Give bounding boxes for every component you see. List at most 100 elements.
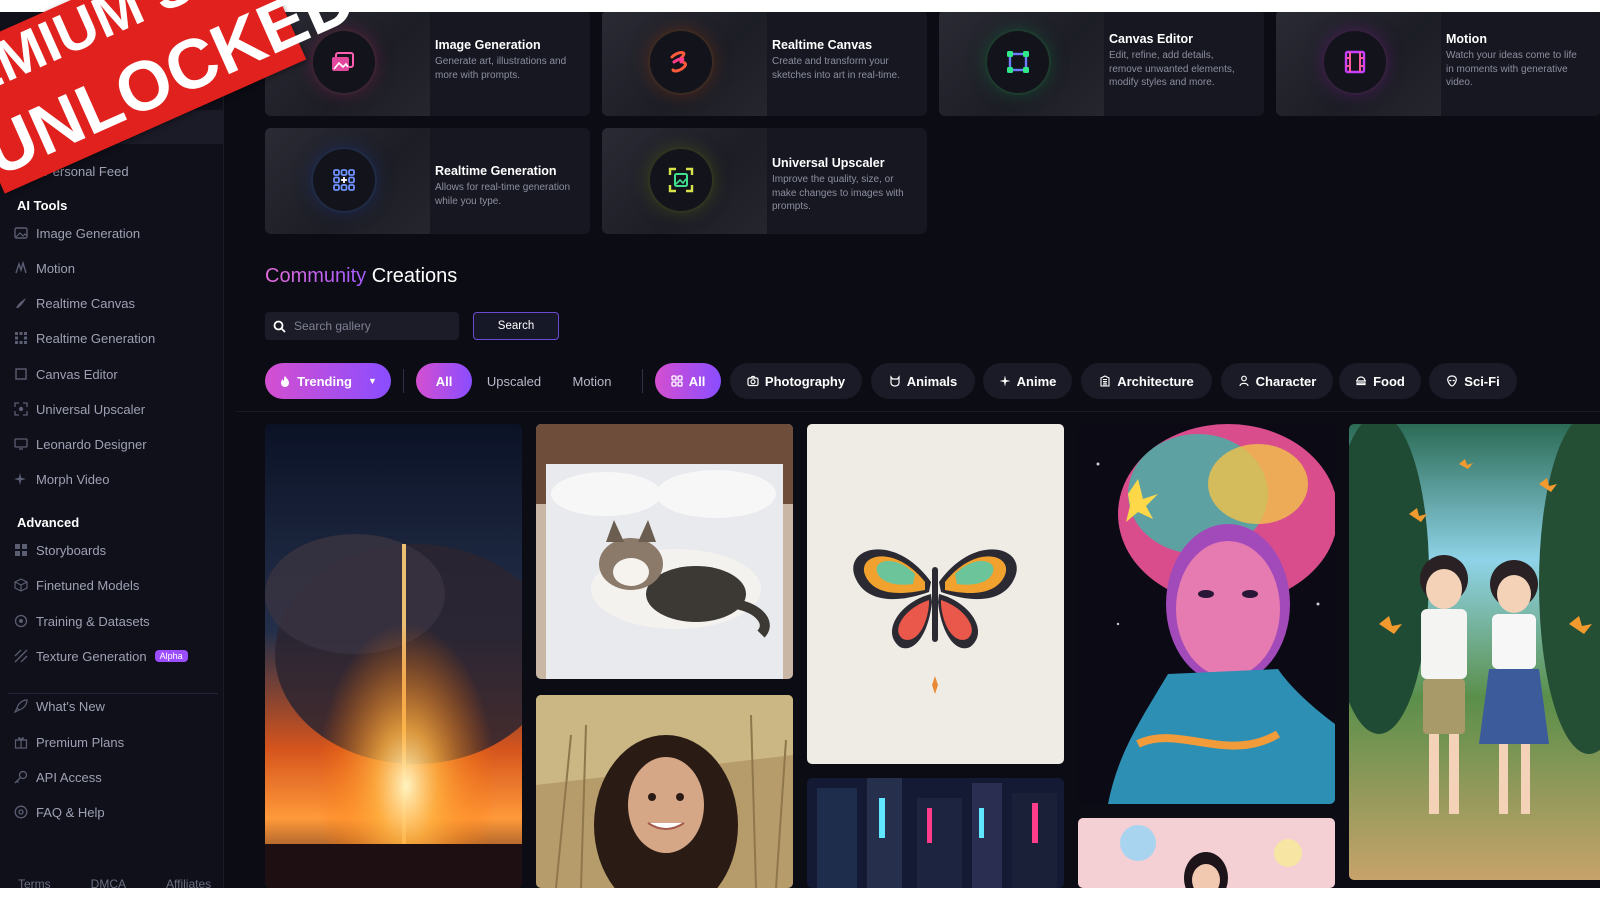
category-label: All — [688, 373, 706, 389]
category-label: Architecture — [1117, 373, 1194, 389]
sidebar-item-finetuned-models[interactable]: Finetuned Models — [14, 574, 139, 596]
sidebar-item-image-generation[interactable]: Image Generation — [14, 222, 140, 244]
footer-link-affiliates[interactable]: Affiliates — [166, 877, 211, 888]
gallery-image-woman-in-field[interactable] — [536, 695, 793, 888]
sidebar-item-label: Motion — [36, 260, 76, 276]
sidebar-item-label: Realtime Generation — [36, 330, 156, 346]
type-filter-label: Motion — [572, 373, 612, 389]
tool-card-universal-upscaler[interactable]: Universal Upscaler Improve the quality, … — [602, 128, 927, 234]
gallery-image-fire-sky[interactable] — [265, 424, 522, 888]
tool-card-motion[interactable]: Motion Watch your ideas come to life in … — [1276, 12, 1600, 116]
type-filter-label: Upscaled — [486, 373, 542, 389]
camera-icon — [747, 375, 759, 387]
image-icon — [14, 226, 28, 240]
sidebar-item-training-datasets[interactable]: Training & Datasets — [14, 610, 150, 632]
cube-icon — [14, 578, 28, 592]
category-chip-architecture[interactable]: Architecture — [1081, 363, 1212, 399]
brush-icon — [650, 31, 712, 93]
community-title: Community Creations — [265, 265, 457, 288]
tool-card-description: Improve the quality, size, or make chang… — [772, 174, 904, 212]
sidebar-item-label: Storyboards — [36, 542, 107, 558]
category-chip-sci-fi[interactable]: Sci-Fi — [1429, 363, 1517, 399]
sidebar-item-label: Universal Upscaler — [36, 401, 146, 417]
sidebar-item-label: Premium Plans — [36, 734, 125, 750]
sidebar-item-universal-upscaler[interactable]: Universal Upscaler — [14, 398, 145, 420]
category-chip-photography[interactable]: Photography — [730, 363, 862, 399]
app-window: Personal Feed AI Tools Image Generation … — [0, 12, 1600, 888]
sidebar-item-realtime-generation[interactable]: Realtime Generation — [14, 327, 155, 349]
building-icon — [1099, 375, 1111, 387]
tool-card-title: Canvas Editor — [1109, 32, 1194, 46]
sidebar-item-label: Image Generation — [36, 225, 141, 241]
type-filter-upscaled[interactable]: Upscaled — [477, 363, 551, 399]
community-title-part1: Community — [265, 265, 367, 287]
filter-separator — [403, 369, 404, 393]
sidebar-item-faq-help[interactable]: FAQ & Help — [14, 801, 105, 823]
tool-card-realtime-generation[interactable]: Realtime Generation Allows for real-time… — [265, 128, 590, 234]
sidebar-item-morph-video[interactable]: Morph Video — [14, 468, 109, 490]
sidebar-item-api-access[interactable]: API Access — [14, 766, 102, 788]
sidebar-item-realtime-canvas[interactable]: Realtime Canvas — [14, 292, 135, 314]
sidebar-item-label: Canvas Editor — [36, 366, 118, 382]
category-chip-anime[interactable]: Anime — [983, 363, 1072, 399]
search-button[interactable]: Search — [473, 312, 559, 340]
type-filter-all[interactable]: All — [416, 363, 472, 399]
search-input[interactable] — [294, 319, 444, 333]
gallery-image-anime-kids-forest[interactable] — [1349, 424, 1600, 880]
upscale-icon — [14, 402, 28, 416]
sidebar-item-label: FAQ & Help — [36, 804, 105, 820]
sidebar-item-premium-plans[interactable]: Premium Plans — [14, 731, 124, 753]
gallery-image-butterfly[interactable] — [807, 424, 1064, 764]
alien-icon — [1446, 375, 1458, 387]
sidebar-item-label: Training & Datasets — [36, 613, 150, 629]
motion-icon — [14, 261, 28, 275]
sidebar-item-whats-new[interactable]: What's New — [14, 695, 105, 717]
category-chip-character[interactable]: Character — [1221, 363, 1333, 399]
animal-icon — [889, 375, 901, 387]
sidebar-item-leonardo-designer[interactable]: Leonardo Designer — [14, 433, 147, 455]
sidebar-item-label: Leonardo Designer — [36, 436, 147, 452]
canvas-icon — [14, 367, 28, 381]
sparkle-icon — [14, 472, 28, 486]
category-chip-animals[interactable]: Animals — [871, 363, 975, 399]
category-label: Photography — [764, 373, 846, 389]
gallery-search-box — [265, 312, 459, 340]
sparkle-icon — [999, 375, 1011, 387]
sidebar-item-motion[interactable]: Motion — [14, 257, 75, 279]
tool-card-description: Edit, refine, add details, remove unwant… — [1109, 50, 1235, 88]
sidebar-item-texture-generation[interactable]: Texture Generation Alpha — [14, 645, 188, 667]
grid-icon — [671, 375, 683, 387]
sidebar-item-canvas-editor[interactable]: Canvas Editor — [14, 363, 118, 385]
gallery-image-cat-on-bed[interactable] — [536, 424, 793, 679]
designer-icon — [14, 437, 28, 451]
sidebar-item-storyboards[interactable]: Storyboards — [14, 539, 106, 561]
flame-icon — [279, 375, 291, 387]
tool-card-realtime-canvas[interactable]: Realtime Canvas Create and transform you… — [602, 12, 927, 116]
tool-card-description: Generate art, illustrations and more wit… — [435, 56, 567, 81]
alpha-badge: Alpha — [154, 650, 188, 662]
gallery-image-neon-city[interactable] — [807, 778, 1064, 888]
sidebar-item-label: Morph Video — [36, 471, 110, 487]
tool-card-description: Watch your ideas come to life in moments… — [1446, 50, 1577, 88]
sort-dropdown-trending[interactable]: Trending ▼ — [265, 363, 391, 399]
sidebar-item-label: Finetuned Models — [36, 577, 140, 593]
category-label: Animals — [906, 373, 958, 389]
gallery-image-pastel-portrait[interactable] — [1078, 818, 1335, 888]
upscale-icon — [650, 149, 712, 211]
canvas-icon — [987, 31, 1049, 93]
category-chip-food[interactable]: Food — [1339, 363, 1421, 399]
tool-card-canvas-editor[interactable]: Canvas Editor Edit, refine, add details,… — [939, 12, 1264, 116]
footer-link-terms[interactable]: Terms — [18, 877, 51, 888]
footer-link-dmca[interactable]: DMCA — [91, 877, 126, 888]
tool-card-title: Realtime Canvas — [772, 38, 873, 52]
gallery-image-cosmic-woman[interactable] — [1078, 424, 1335, 804]
food-icon — [1355, 375, 1367, 387]
tool-card-title: Universal Upscaler — [772, 156, 885, 170]
sidebar-heading-advanced: Advanced — [17, 515, 80, 530]
search-icon — [273, 320, 286, 333]
storyboard-icon — [14, 543, 28, 557]
category-label: Sci-Fi — [1464, 373, 1500, 389]
gift-icon — [14, 735, 28, 749]
category-chip-all[interactable]: All — [655, 363, 721, 399]
type-filter-motion[interactable]: Motion — [557, 363, 627, 399]
